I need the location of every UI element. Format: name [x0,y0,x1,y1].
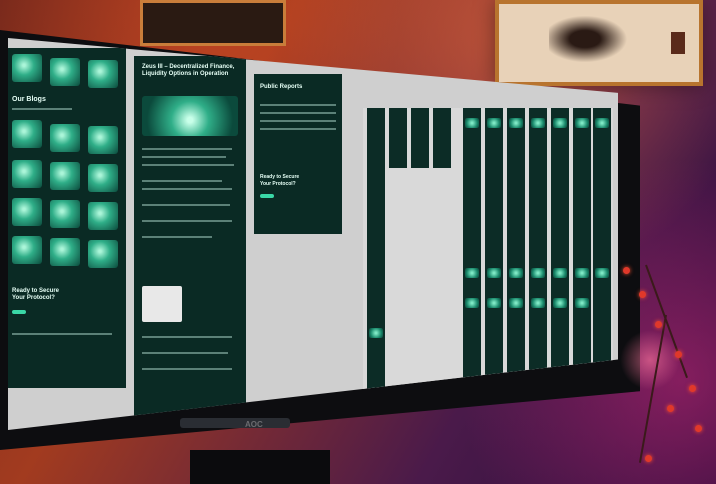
os-taskbar [180,418,290,428]
table-row [260,104,336,106]
text-line [142,148,232,150]
reports-title: Public Reports [260,84,303,90]
frame-tile [531,268,545,278]
red-seal-stamp [671,32,685,54]
cta-button[interactable] [12,310,26,314]
text-line [142,236,212,238]
blog-thumb [50,58,80,86]
blog-thumb [50,162,80,190]
plum-blossom-branch [615,255,716,484]
frame-tile [465,298,479,308]
article-title: Zeus III – Decentralized Finance, Liquid… [142,64,235,77]
blossom [675,351,682,358]
frame-column [433,108,451,168]
monitor-brand-logo: AOC [245,420,263,429]
table-row [260,128,336,130]
blog-thumb [88,202,118,230]
blog-thumb [88,60,118,88]
calligraphy-ink [549,9,639,69]
cta-heading: Ready to Secure Your Protocol? [12,288,60,301]
text-line [142,188,232,190]
blog-thumb [12,54,42,82]
frame-tile [553,118,567,128]
branch [638,314,667,463]
text-line [142,368,232,370]
frame-tile [531,298,545,308]
blog-thumb [12,120,42,148]
frame-tile [465,268,479,278]
frame-tile [509,268,523,278]
text-line [12,108,72,110]
landing-page-panel: Our Blogs Ready to Secure Your Protocol? [8,48,126,388]
article-hero-image [142,96,238,136]
branch [645,264,688,379]
wall-frame-left [140,0,286,46]
frame-tile [509,298,523,308]
blog-thumb [12,160,42,188]
blog-thumb [12,236,42,264]
frame-tile [595,268,609,278]
frame-tile [509,118,523,128]
blossom [623,267,630,274]
blossom [645,455,652,462]
blog-thumb [88,126,118,154]
table-row [260,112,336,114]
frame-tile [575,118,589,128]
frame-tile [553,268,567,278]
blossom [695,425,702,432]
text-line [142,220,232,222]
text-line [142,336,232,338]
text-line [142,204,230,206]
blog-thumb [50,124,80,152]
frame-tile [531,118,545,128]
text-line [142,352,228,354]
text-line [142,164,234,166]
frame-tile [553,298,567,308]
blog-thumb [88,164,118,192]
article-panel: Zeus III – Decentralized Finance, Liquid… [134,56,246,430]
blog-thumb [88,240,118,268]
diagram-image [142,286,182,322]
frame-tile [465,118,479,128]
table-row [260,120,336,122]
blossom [655,321,662,328]
footer-line [12,333,112,335]
reports-cta-heading: Ready to Secure Your Protocol? [260,174,300,187]
monitor-stand [190,450,330,484]
frame-column [367,108,385,428]
wall-frame-calligraphy [495,0,703,86]
frame-column [389,108,407,168]
blogs-heading: Our Blogs [12,96,46,103]
frame-tile [575,298,589,308]
blossom [639,291,646,298]
blossom [667,405,674,412]
reports-panel: Public Reports Ready to Secure Your Prot… [254,74,342,234]
frame-tile [487,118,501,128]
blog-thumb [12,198,42,226]
blog-thumb [50,238,80,266]
blog-thumb [50,200,80,228]
frame-tile [487,298,501,308]
frame-tile [369,328,383,338]
text-line [142,156,226,158]
frame-tile [575,268,589,278]
frame-tile [595,118,609,128]
blossom [689,385,696,392]
reports-cta-button[interactable] [260,194,274,198]
frame-column [411,108,429,168]
frame-tile [487,268,501,278]
text-line [142,180,222,182]
